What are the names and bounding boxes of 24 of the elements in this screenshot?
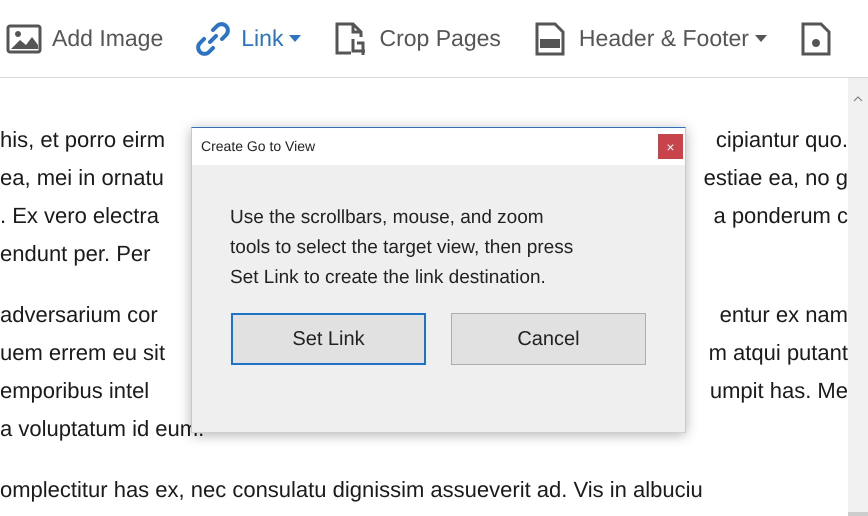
document-text: ea, mei in ornatu: [0, 164, 164, 192]
close-button[interactable]: ×: [658, 134, 683, 159]
toolbar-button[interactable]: Crop Pages: [333, 20, 501, 56]
document-text: adversarium cor: [0, 301, 158, 329]
link-icon: [195, 20, 232, 56]
document-text: estiae ea, no g: [704, 164, 848, 192]
document-text: emporibus intel: [0, 377, 150, 405]
document-text: endunt per. Per: [0, 240, 150, 268]
document-text: m atqui putant: [708, 339, 848, 367]
toolbar-button[interactable]: Link: [195, 20, 302, 56]
document-text: his, et porro eirm: [0, 126, 166, 154]
dialog-message: Use the scrollbars, mouse, and zoom tools to select the target view, then press Set Link to create the link destination.: [230, 206, 574, 290]
toolbar-button[interactable]: Header & Footer: [532, 20, 767, 56]
document-text: omplectitur has ex, nec consulatu dignissim assueverit ad. Vis in albuciu: [0, 476, 703, 504]
document-text: entur ex nam: [720, 301, 848, 329]
document-text: umpit has. Me: [710, 377, 848, 405]
dialog-title: Create Go to View: [201, 137, 316, 156]
document-text: . Ex vero electra: [0, 202, 159, 230]
dialog-button[interactable]: Cancel: [451, 313, 646, 365]
dialog-button[interactable]: Set Link: [231, 313, 426, 365]
document-text: cipiantur quo.: [716, 126, 848, 154]
document-text: a ponderum c: [713, 202, 848, 230]
toolbar-button[interactable]: Add Image: [6, 20, 164, 56]
document-text: uem errem eu sit: [0, 339, 166, 367]
